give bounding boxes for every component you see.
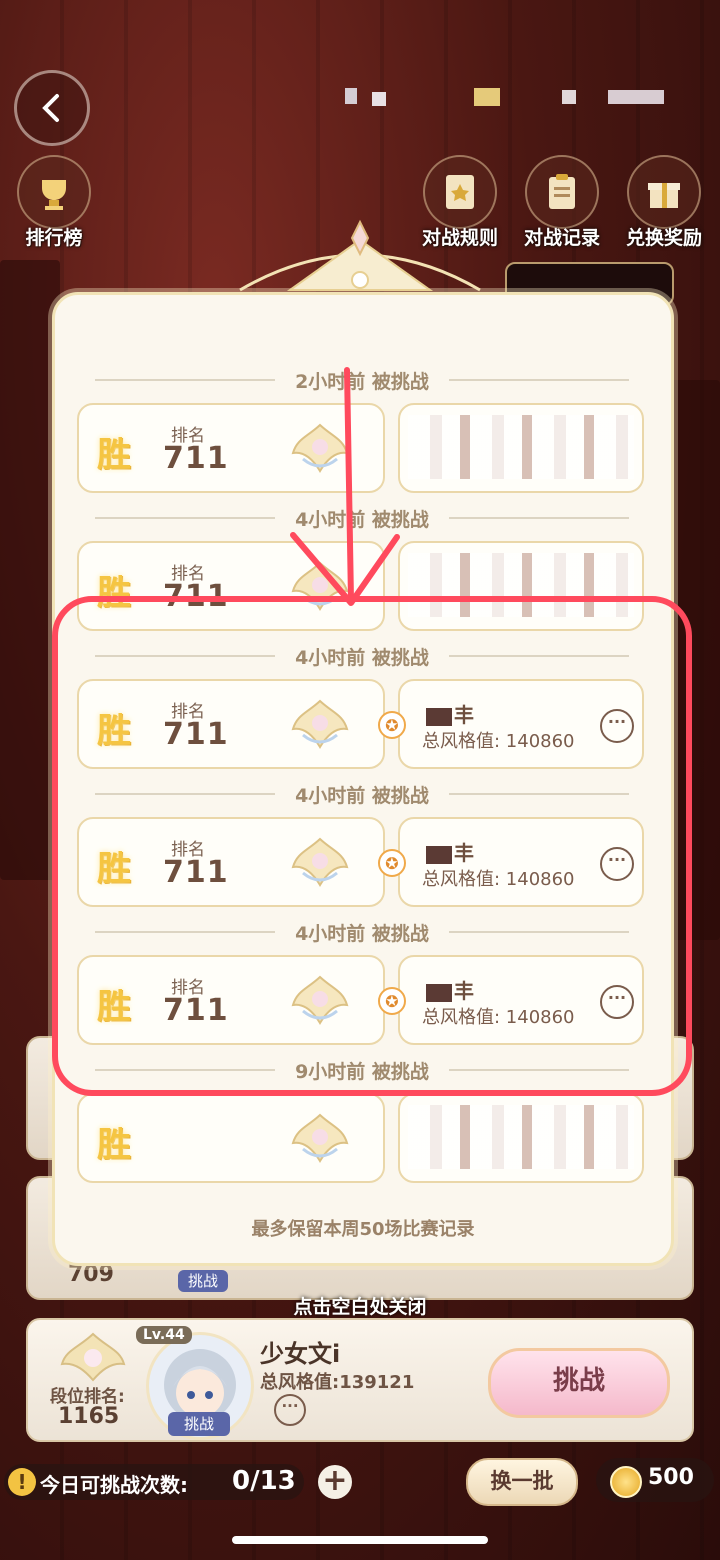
redacted-block [345,88,357,104]
redacted-block [562,90,576,104]
avatar-challenge-badge: 挑战 [168,1412,230,1436]
add-attempts-button[interactable]: + [318,1465,352,1499]
attempts-bar: ! 今日可挑战次数: 0/13 [4,1464,304,1500]
gift-icon [627,155,701,229]
record-opponent-card[interactable] [398,403,644,493]
attempts-label: 今日可挑战次数: [40,1473,188,1497]
exclamation-icon: ! [8,1468,36,1496]
trophy-icon [17,155,91,229]
close-hint[interactable]: 点击空白处关闭 [0,1292,720,1319]
divider-line [448,379,629,381]
annotation-arrow [290,367,400,606]
crown-ornament [239,219,481,292]
attempts-value: 0/13 [232,1466,296,1496]
coin-value: 500 [648,1465,694,1490]
win-badge: 胜 [97,435,131,475]
coin-icon [610,1466,642,1498]
opponent-style-value: 总风格值:139121 [260,1372,415,1393]
leaderboard-button[interactable]: 排行榜 [14,155,94,250]
level-badge: Lv.44 [136,1326,192,1344]
leaderboard-label: 排行榜 [25,227,83,249]
opponent-name: 少女文i [260,1340,341,1368]
rank-emblem-icon [291,1113,349,1163]
background-pillar-left [0,260,60,880]
redacted-block [474,88,500,106]
annotation-box [52,596,692,1096]
more-options-button[interactable]: ··· [274,1394,306,1426]
redacted-block [408,1105,634,1169]
rank-value: 1165 [58,1404,120,1429]
behind-challenge-badge: 挑战 [178,1270,228,1292]
coin-counter: 500 [596,1458,714,1502]
divider-line [95,379,276,381]
rank-value: 711 [163,441,229,476]
battle-records-label: 对战记录 [523,227,600,249]
challenge-button[interactable]: 挑战 [488,1348,670,1418]
rank-emblem-icon [60,1332,126,1382]
clipboard-icon [525,155,599,229]
record-result-card[interactable]: 胜 [77,1093,385,1183]
redacted-block [408,415,634,479]
battle-records-button[interactable]: 对战记录 [522,155,602,250]
win-badge: 胜 [97,1125,131,1165]
record-limit-note: 最多保留本周50场比赛记录 [251,1219,475,1240]
record-opponent-card[interactable] [398,1093,644,1183]
refresh-opponents-button[interactable]: 换一批 [466,1458,578,1506]
back-arrow-icon [42,94,59,122]
redacted-block [372,92,386,106]
divider-line [95,517,276,519]
redeem-rewards-button[interactable]: 兑换奖励 [624,155,704,250]
divider-line [448,517,629,519]
redeem-rewards-label: 兑换奖励 [625,227,702,249]
opponent-card[interactable]: 段位排名: 1165 Lv.44 挑战 少女文i 总风格值:139121 ···… [26,1318,694,1442]
back-button[interactable] [14,70,90,146]
redacted-block [608,90,664,104]
home-indicator[interactable] [232,1536,488,1544]
